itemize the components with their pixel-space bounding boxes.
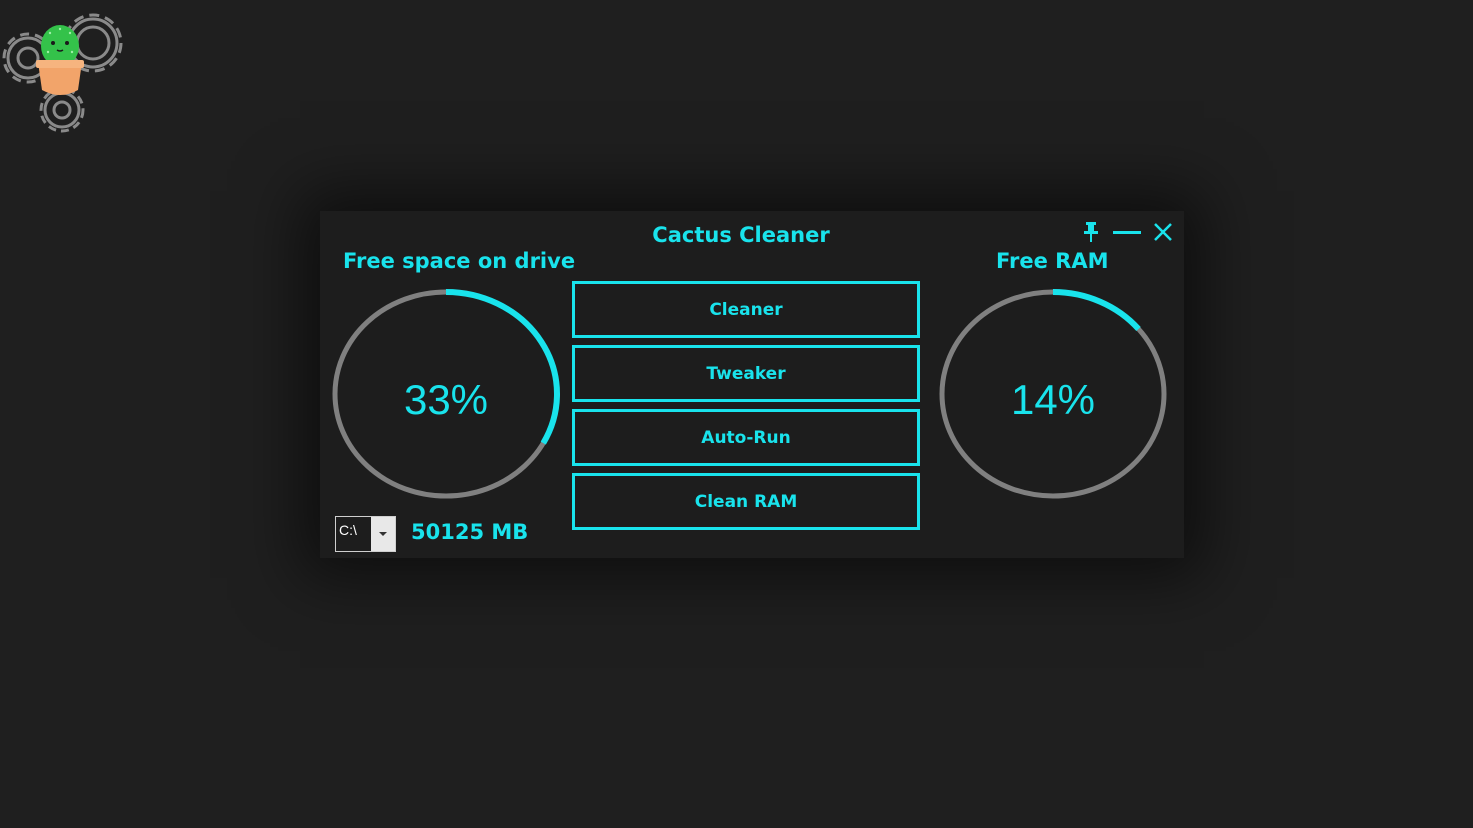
desktop: Cactus Cleaner Free space on drive 33% C… (0, 0, 1473, 828)
drive-space-label: Free space on drive (343, 249, 576, 273)
drive-select[interactable]: C:\ (335, 516, 396, 552)
drive-percent: 33% (403, 376, 489, 423)
pin-button[interactable] (1076, 220, 1106, 244)
window-title: Cactus Cleaner (652, 223, 830, 247)
minimize-button[interactable] (1112, 220, 1142, 244)
cleaner-button[interactable]: Cleaner (572, 281, 920, 338)
drive-gauge: 33% (331, 287, 561, 501)
tweaker-button[interactable]: Tweaker (572, 345, 920, 402)
ram-gauge: 14% (938, 287, 1168, 501)
chevron-down-icon (379, 532, 387, 536)
drive-free-mb: 50125 MB (411, 520, 529, 544)
drive-select-value: C:\ (339, 522, 357, 538)
close-button[interactable] (1148, 220, 1178, 244)
autorun-button[interactable]: Auto-Run (572, 409, 920, 466)
ram-percent: 14% (1010, 376, 1096, 423)
pin-icon (1084, 222, 1098, 242)
action-buttons: Cleaner Tweaker Auto-Run Clean RAM (572, 281, 920, 537)
main-window: Cactus Cleaner Free space on drive 33% C… (320, 211, 1184, 558)
drive-select-arrow[interactable] (371, 517, 395, 551)
window-controls (1076, 220, 1178, 244)
app-logo (0, 0, 140, 140)
minimize-icon (1113, 231, 1141, 234)
clean-ram-button[interactable]: Clean RAM (572, 473, 920, 530)
ram-label: Free RAM (996, 249, 1109, 273)
close-icon (1154, 223, 1172, 241)
